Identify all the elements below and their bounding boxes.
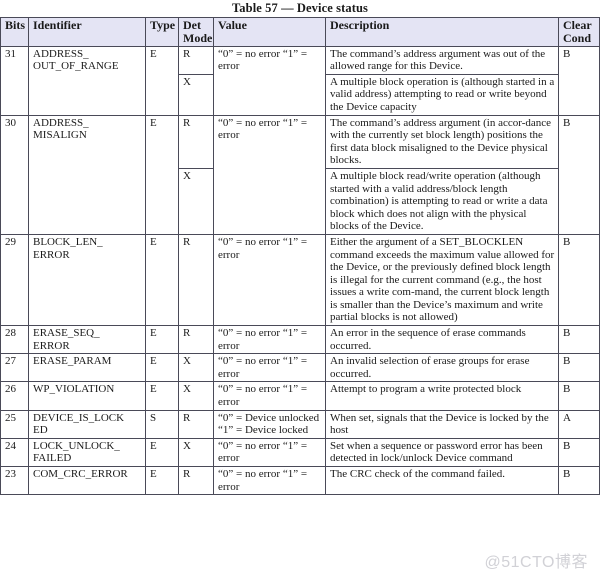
cell-identifier: ERASE_PARAM [28,353,146,383]
cell-clear-cond: B [558,465,600,496]
cell-clear-cond: B [558,45,600,116]
cell-bits: 23 [0,465,29,496]
cell-clear-cond: B [558,114,600,235]
table-header: Bits Identifier Type Det Mode Value Desc… [0,17,600,47]
column-header-type: Type [145,17,179,47]
table-body: 31 ADDRESS_ OUT_OF_RANGE E R “0” = no error … [0,45,600,496]
cell-value: “0” = no error “1” = error [213,114,326,235]
cell-bits: 25 [0,409,29,439]
cell-value: “0” = no error “1” = error [213,325,326,355]
table-row: 26 WP_VIOLATION E X “0” = no error “1” = err… [0,381,600,411]
cell-det-mode: X [178,381,214,411]
column-header-identifier: Identifier [28,17,146,47]
cell-det-mode: R [178,233,214,327]
table-row: 24 LOCK_UNLOCK_ FAILED E X “0” = no error “1… [0,437,600,468]
cell-det-mode: X [178,167,214,235]
cell-description: A multiple block read/write operation (a… [325,167,559,235]
cell-type: S [145,409,179,439]
header-row: Bits Identifier Type Det Mode Value Desc… [0,17,600,47]
cell-description: An invalid selection of erase groups for… [325,353,559,383]
cell-det-mode: X [178,353,214,383]
column-header-description: Description [325,17,559,47]
cell-identifier: ADDRESS_ OUT_OF_RANGE [28,45,146,116]
cell-type: E [145,353,179,383]
cell-det-mode: R [178,409,214,439]
cell-det-mode: R [178,45,214,75]
table-row: 28 ERASE_SEQ_ ERROR E R “0” = no error “1” =… [0,325,600,355]
cell-value: “0” = no error “1” = error [213,233,326,327]
table-caption: Table 57 — Device status [232,1,368,15]
cell-type: E [145,465,179,496]
cell-type: E [145,45,179,116]
table-row: 29 BLOCK_LEN_ ERROR E R “0” = no error “1” =… [0,233,600,327]
cell-value: “0” = no error “1” = error [213,45,326,116]
document-page: Table 57 — Device status Bits Identifier… [0,0,600,579]
cell-description: When set, signals that the Device is loc… [325,409,559,439]
cell-clear-cond: A [558,409,600,439]
cell-identifier: ADDRESS_ MISALIGN [28,114,146,235]
cell-bits: 26 [0,381,29,411]
table-row: 23 COM_CRC_ERROR E R “0” = no error “1” = er… [0,465,600,496]
cell-bits: 24 [0,437,29,468]
cell-clear-cond: B [558,325,600,355]
column-header-value: Value [213,17,326,47]
cell-description: The command’s address argument was out o… [325,45,559,75]
cell-description: A multiple block operation is (although … [325,73,559,116]
cell-identifier: WP_VIOLATION [28,381,146,411]
cell-bits: 29 [0,233,29,327]
cell-type: E [145,437,179,468]
table-row: 27 ERASE_PARAM E X “0” = no error “1” = erro… [0,353,600,383]
column-header-clear-cond: Clear Cond [558,17,600,47]
table-row: 30 ADDRESS_ MISALIGN E R “0” = no error “1” … [0,114,600,235]
cell-value: “0” = no error “1” = error [213,381,326,411]
cell-description: Set when a sequence or password error ha… [325,437,559,468]
cell-det-mode: X [178,73,214,116]
cell-det-mode: X [178,437,214,468]
cell-type: E [145,233,179,327]
cell-det-mode: R [178,325,214,355]
cell-type: E [145,325,179,355]
cell-description: The CRC check of the command failed. [325,465,559,496]
cell-clear-cond: B [558,437,600,468]
column-header-bits: Bits [0,17,29,47]
cell-value: “0” = Device unlocked “1” = Device locke… [213,409,326,439]
cell-identifier: BLOCK_LEN_ ERROR [28,233,146,327]
table-row: 31 ADDRESS_ OUT_OF_RANGE E R “0” = no error … [0,45,600,116]
cell-value: “0” = no error “1” = error [213,437,326,468]
cell-bits: 28 [0,325,29,355]
device-status-table: Bits Identifier Type Det Mode Value Desc… [0,17,600,496]
table-row: 25 DEVICE_IS_LOCK ED S R “0” = Device unlock… [0,409,600,439]
cell-type: E [145,114,179,235]
column-header-det-mode: Det Mode [178,17,214,47]
watermark: @51CTO博客 [484,554,588,571]
cell-identifier: DEVICE_IS_LOCK ED [28,409,146,439]
cell-value: “0” = no error “1” = error [213,465,326,496]
cell-description: An error in the sequence of erase comman… [325,325,559,355]
cell-bits: 30 [0,114,29,235]
cell-clear-cond: B [558,381,600,411]
cell-det-mode: R [178,465,214,496]
cell-identifier: LOCK_UNLOCK_ FAILED [28,437,146,468]
cell-clear-cond: B [558,233,600,327]
cell-clear-cond: B [558,353,600,383]
cell-det-mode: R [178,114,214,169]
cell-bits: 27 [0,353,29,383]
cell-identifier: ERASE_SEQ_ ERROR [28,325,146,355]
cell-description: The command’s address argument (in accor… [325,114,559,169]
cell-description: Either the argument of a SET_BLOCKLEN co… [325,233,559,327]
cell-type: E [145,381,179,411]
cell-value: “0” = no error “1” = error [213,353,326,383]
cell-bits: 31 [0,45,29,116]
cell-identifier: COM_CRC_ERROR [28,465,146,496]
cell-description: Attempt to program a write protected blo… [325,381,559,411]
